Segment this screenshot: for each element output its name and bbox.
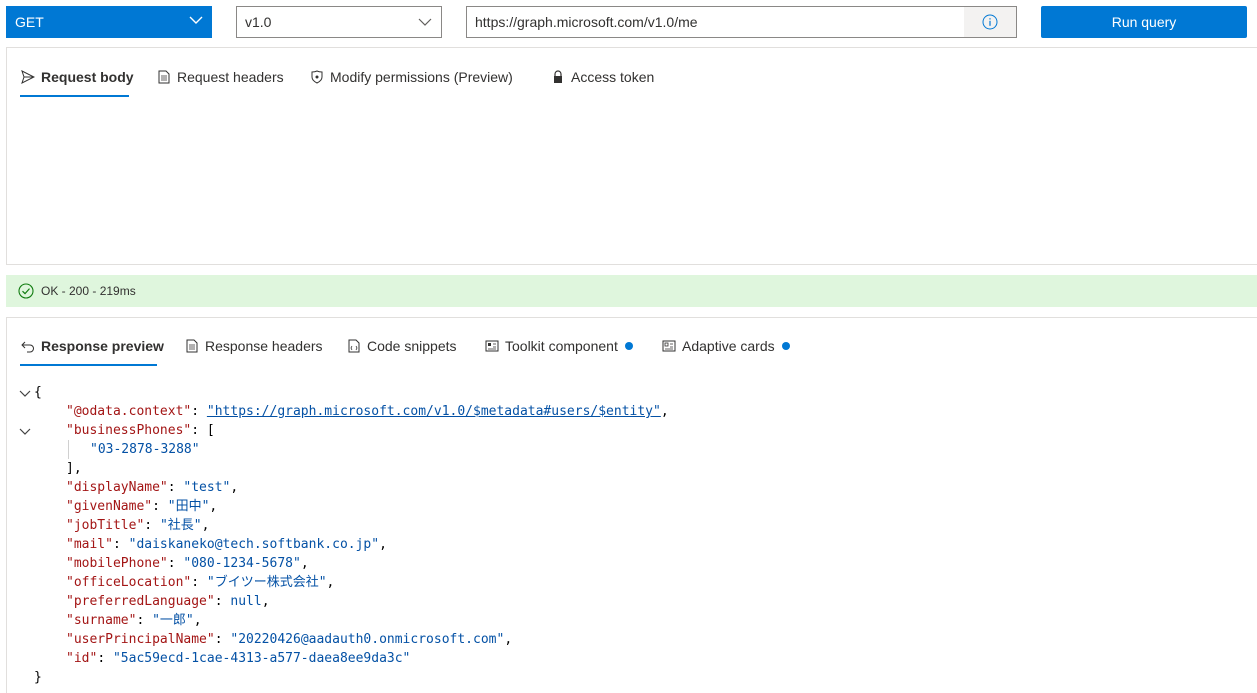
tab-adaptive-cards[interactable]: Adaptive cards [661, 335, 790, 357]
tab-response-preview[interactable]: Response preview [20, 335, 164, 357]
json-line: "jobTitle": "社長", [66, 518, 210, 533]
odata-context-link[interactable]: "https://graph.microsoft.com/v1.0/$metad… [207, 404, 661, 419]
document-icon [184, 338, 200, 354]
json-key: "jobTitle" [66, 518, 145, 533]
json-line: "givenName": "田中", [66, 499, 218, 514]
tab-request-body[interactable]: Request body [20, 66, 134, 88]
code-icon [346, 338, 362, 354]
tab-request-headers[interactable]: Request headers [156, 66, 284, 88]
json-line-phone-item: "03-2878-3288" [90, 442, 200, 457]
json-line: "preferredLanguage": null, [66, 594, 270, 609]
active-tab-indicator [20, 95, 129, 97]
json-key: "userPrincipalName" [66, 632, 215, 647]
json-line: "mobilePhone": "080-1234-5678", [66, 556, 309, 571]
tab-modify-permissions[interactable]: Modify permissions (Preview) [309, 66, 513, 88]
tab-label: Toolkit component [505, 338, 618, 354]
json-value: "ブイツー株式会社" [206, 575, 327, 590]
json-key: "mobilePhone" [66, 556, 168, 571]
json-key: "officeLocation" [66, 575, 192, 590]
tab-label: Adaptive cards [682, 338, 775, 354]
send-icon [20, 69, 36, 85]
json-value: null [230, 594, 262, 609]
undo-icon [20, 338, 36, 354]
check-circle-icon [18, 283, 34, 299]
http-method-dropdown[interactable]: GET [6, 6, 212, 38]
new-badge-dot [781, 342, 790, 350]
chevron-down-icon[interactable] [18, 425, 32, 439]
json-line-phones-close: ], [66, 461, 82, 476]
json-key: "id" [66, 651, 98, 666]
chevron-down-icon [189, 16, 203, 24]
json-value: "社長" [159, 518, 202, 533]
json-value: "田中" [167, 499, 210, 514]
json-line: "officeLocation": "ブイツー株式会社", [66, 575, 335, 590]
status-text: OK - 200 - 219ms [41, 284, 136, 298]
chevron-down-icon[interactable] [18, 387, 32, 401]
json-key: "mail" [66, 537, 113, 552]
document-icon [156, 69, 172, 85]
json-line: "surname": "一郎", [66, 613, 202, 628]
json-line: "id": "5ac59ecd-1cae-4313-a577-daea8ee9d… [66, 651, 411, 666]
tab-label: Modify permissions (Preview) [330, 69, 513, 85]
tab-label: Response preview [41, 338, 164, 354]
version-dropdown[interactable]: v1.0 [236, 6, 442, 38]
status-bar: OK - 200 - 219ms [6, 275, 1257, 307]
card-icon [661, 338, 677, 354]
shield-icon [309, 69, 325, 85]
json-key: "givenName" [66, 499, 153, 514]
info-button[interactable] [964, 7, 1016, 37]
json-value: "一郎" [152, 613, 194, 628]
tab-toolkit-component[interactable]: Toolkit component [484, 335, 633, 357]
active-tab-indicator [20, 364, 157, 366]
json-line: "mail": "daiskaneko@tech.softbank.co.jp"… [66, 537, 387, 552]
run-query-button[interactable]: Run query [1041, 6, 1247, 38]
tab-label: Access token [571, 69, 655, 85]
json-key: "preferredLanguage" [66, 594, 215, 609]
json-value: "5ac59ecd-1cae-4313-a577-daea8ee9da3c" [112, 651, 411, 666]
url-text[interactable]: https://graph.microsoft.com/v1.0/me [467, 14, 964, 30]
json-value: "test" [183, 480, 231, 495]
json-line-phones: "businessPhones": [ [66, 423, 215, 438]
chevron-down-icon [418, 18, 432, 26]
http-method-value: GET [15, 14, 44, 30]
tab-label: Request headers [177, 69, 284, 85]
json-value: "080-1234-5678" [183, 556, 301, 571]
indent-guide [68, 440, 69, 459]
json-line-odata: "@odata.context": "https://graph.microso… [66, 404, 669, 419]
version-value: v1.0 [245, 14, 272, 30]
json-key: "surname" [66, 613, 137, 628]
json-close-brace: } [34, 670, 42, 685]
lock-icon [550, 69, 566, 85]
info-icon [982, 14, 998, 30]
tab-label: Request body [41, 69, 134, 85]
toolkit-icon [484, 338, 500, 354]
json-line: "displayName": "test", [66, 480, 239, 495]
url-input[interactable]: https://graph.microsoft.com/v1.0/me [466, 6, 1017, 38]
json-line: "userPrincipalName": "20220426@aadauth0.… [66, 632, 513, 647]
new-badge-dot [624, 342, 633, 350]
json-open-brace: { [34, 385, 42, 400]
json-value: "20220426@aadauth0.onmicrosoft.com" [230, 632, 505, 647]
tab-code-snippets[interactable]: Code snippets [346, 335, 457, 357]
tab-label: Response headers [205, 338, 323, 354]
tab-access-token[interactable]: Access token [550, 66, 654, 88]
json-key: "displayName" [66, 480, 168, 495]
tab-label: Code snippets [367, 338, 457, 354]
json-value: "daiskaneko@tech.softbank.co.jp" [128, 537, 380, 552]
tab-response-headers[interactable]: Response headers [184, 335, 323, 357]
